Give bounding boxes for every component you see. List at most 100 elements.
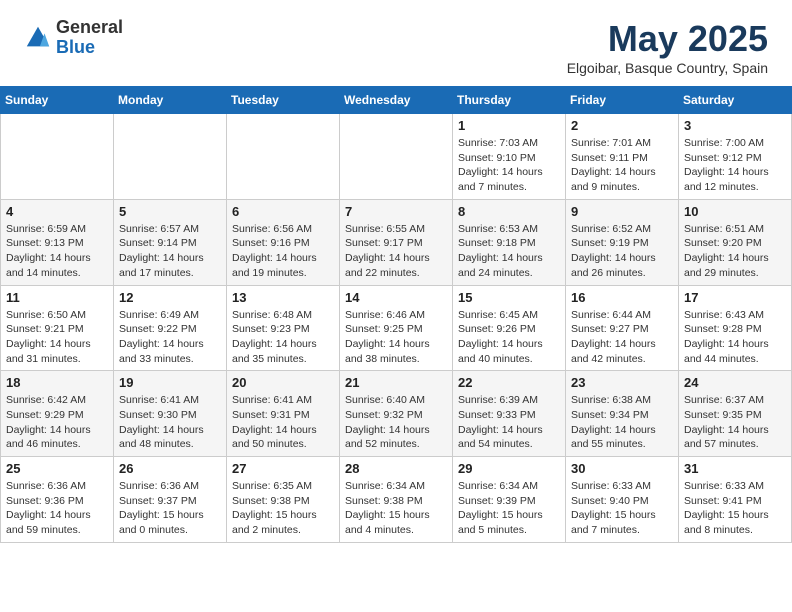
- day-number: 28: [345, 461, 447, 476]
- day-number: 3: [684, 118, 786, 133]
- day-info: Sunrise: 6:43 AM Sunset: 9:28 PM Dayligh…: [684, 308, 786, 367]
- day-number: 16: [571, 290, 673, 305]
- day-info: Sunrise: 6:53 AM Sunset: 9:18 PM Dayligh…: [458, 222, 560, 281]
- calendar-day-cell: 1Sunrise: 7:03 AM Sunset: 9:10 PM Daylig…: [453, 114, 566, 200]
- calendar-day-cell: 15 Sunrise: 6:45 AM Sunset: 9:26 PM Dayli…: [453, 285, 566, 371]
- calendar-day-cell: 29 Sunrise: 6:34 AM Sunset: 9:39 PM Dayli…: [453, 457, 566, 543]
- day-number: 23: [571, 375, 673, 390]
- empty-cell: [1, 114, 114, 200]
- day-info: Sunrise: 6:39 AM Sunset: 9:33 PM Dayligh…: [458, 393, 560, 452]
- calendar-day-cell: 26 Sunrise: 6:36 AM Sunset: 9:37 PM Dayli…: [114, 457, 227, 543]
- day-info: Sunrise: 6:44 AM Sunset: 9:27 PM Dayligh…: [571, 308, 673, 367]
- day-number: 5: [119, 204, 221, 219]
- calendar-day-cell: 11Sunrise: 6:50 AM Sunset: 9:21 PM Dayli…: [1, 285, 114, 371]
- day-info: Sunrise: 6:49 AM Sunset: 9:22 PM Dayligh…: [119, 308, 221, 367]
- day-number: 25: [6, 461, 108, 476]
- calendar-day-cell: 27Sunrise: 6:35 AM Sunset: 9:38 PM Dayli…: [227, 457, 340, 543]
- day-info: Sunrise: 6:40 AM Sunset: 9:32 PM Dayligh…: [345, 393, 447, 452]
- day-info: Sunrise: 6:41 AM Sunset: 9:31 PM Dayligh…: [232, 393, 334, 452]
- day-number: 8: [458, 204, 560, 219]
- main-title: May 2025: [567, 18, 768, 60]
- day-info: Sunrise: 6:41 AM Sunset: 9:30 PM Dayligh…: [119, 393, 221, 452]
- calendar-day-cell: 21 Sunrise: 6:40 AM Sunset: 9:32 PM Dayli…: [340, 371, 453, 457]
- day-number: 7: [345, 204, 447, 219]
- calendar-day-cell: 17 Sunrise: 6:43 AM Sunset: 9:28 PM Dayli…: [679, 285, 792, 371]
- calendar-day-cell: 5Sunrise: 6:57 AM Sunset: 9:14 PM Daylig…: [114, 199, 227, 285]
- day-info: Sunrise: 6:33 AM Sunset: 9:40 PM Dayligh…: [571, 479, 673, 538]
- calendar-day-cell: 9 Sunrise: 6:52 AM Sunset: 9:19 PM Daylig…: [566, 199, 679, 285]
- day-info: Sunrise: 6:36 AM Sunset: 9:36 PM Dayligh…: [6, 479, 108, 538]
- logo-blue-text: Blue: [56, 38, 123, 58]
- day-number: 26: [119, 461, 221, 476]
- day-info: Sunrise: 6:45 AM Sunset: 9:26 PM Dayligh…: [458, 308, 560, 367]
- calendar-day-cell: 13Sunrise: 6:48 AM Sunset: 9:23 PM Dayli…: [227, 285, 340, 371]
- calendar-day-cell: 10 Sunrise: 6:51 AM Sunset: 9:20 PM Dayli…: [679, 199, 792, 285]
- day-info: Sunrise: 6:36 AM Sunset: 9:37 PM Dayligh…: [119, 479, 221, 538]
- day-info: Sunrise: 7:00 AM Sunset: 9:12 PM Dayligh…: [684, 136, 786, 195]
- calendar-week-row: 11Sunrise: 6:50 AM Sunset: 9:21 PM Dayli…: [1, 285, 792, 371]
- day-number: 9: [571, 204, 673, 219]
- empty-cell: [114, 114, 227, 200]
- day-info: Sunrise: 6:48 AM Sunset: 9:23 PM Dayligh…: [232, 308, 334, 367]
- day-number: 2: [571, 118, 673, 133]
- calendar-week-row: 25 Sunrise: 6:36 AM Sunset: 9:36 PM Dayli…: [1, 457, 792, 543]
- calendar-day-cell: 4Sunrise: 6:59 AM Sunset: 9:13 PM Daylig…: [1, 199, 114, 285]
- day-number: 31: [684, 461, 786, 476]
- day-info: Sunrise: 6:34 AM Sunset: 9:39 PM Dayligh…: [458, 479, 560, 538]
- weekday-header-friday: Friday: [566, 87, 679, 114]
- logo-general-text: General: [56, 18, 123, 38]
- day-info: Sunrise: 6:46 AM Sunset: 9:25 PM Dayligh…: [345, 308, 447, 367]
- logo-text: General Blue: [56, 18, 123, 58]
- calendar-day-cell: 23 Sunrise: 6:38 AM Sunset: 9:34 PM Dayli…: [566, 371, 679, 457]
- day-number: 17: [684, 290, 786, 305]
- day-info: Sunrise: 6:50 AM Sunset: 9:21 PM Dayligh…: [6, 308, 108, 367]
- calendar-day-cell: 25 Sunrise: 6:36 AM Sunset: 9:36 PM Dayli…: [1, 457, 114, 543]
- day-number: 12: [119, 290, 221, 305]
- calendar-day-cell: 12 Sunrise: 6:49 AM Sunset: 9:22 PM Dayli…: [114, 285, 227, 371]
- weekday-header-saturday: Saturday: [679, 87, 792, 114]
- weekday-header-wednesday: Wednesday: [340, 87, 453, 114]
- calendar-day-cell: 2 Sunrise: 7:01 AM Sunset: 9:11 PM Daylig…: [566, 114, 679, 200]
- calendar-day-cell: 18 Sunrise: 6:42 AM Sunset: 9:29 PM Dayli…: [1, 371, 114, 457]
- logo: General Blue: [24, 18, 123, 58]
- calendar-day-cell: 8 Sunrise: 6:53 AM Sunset: 9:18 PM Daylig…: [453, 199, 566, 285]
- day-number: 30: [571, 461, 673, 476]
- calendar-day-cell: 24 Sunrise: 6:37 AM Sunset: 9:35 PM Dayli…: [679, 371, 792, 457]
- title-block: May 2025 Elgoibar, Basque Country, Spain: [567, 18, 768, 76]
- day-info: Sunrise: 7:01 AM Sunset: 9:11 PM Dayligh…: [571, 136, 673, 195]
- day-number: 21: [345, 375, 447, 390]
- calendar-day-cell: 22 Sunrise: 6:39 AM Sunset: 9:33 PM Dayli…: [453, 371, 566, 457]
- calendar-day-cell: 3 Sunrise: 7:00 AM Sunset: 9:12 PM Daylig…: [679, 114, 792, 200]
- day-number: 22: [458, 375, 560, 390]
- day-info: Sunrise: 6:52 AM Sunset: 9:19 PM Dayligh…: [571, 222, 673, 281]
- day-info: Sunrise: 6:55 AM Sunset: 9:17 PM Dayligh…: [345, 222, 447, 281]
- day-number: 6: [232, 204, 334, 219]
- empty-cell: [227, 114, 340, 200]
- day-info: Sunrise: 6:56 AM Sunset: 9:16 PM Dayligh…: [232, 222, 334, 281]
- day-number: 15: [458, 290, 560, 305]
- day-number: 19: [119, 375, 221, 390]
- day-info: Sunrise: 6:38 AM Sunset: 9:34 PM Dayligh…: [571, 393, 673, 452]
- day-info: Sunrise: 6:42 AM Sunset: 9:29 PM Dayligh…: [6, 393, 108, 452]
- day-number: 1: [458, 118, 560, 133]
- day-info: Sunrise: 6:51 AM Sunset: 9:20 PM Dayligh…: [684, 222, 786, 281]
- calendar-day-cell: 7 Sunrise: 6:55 AM Sunset: 9:17 PM Daylig…: [340, 199, 453, 285]
- day-info: Sunrise: 6:59 AM Sunset: 9:13 PM Dayligh…: [6, 222, 108, 281]
- calendar-day-cell: 6 Sunrise: 6:56 AM Sunset: 9:16 PM Daylig…: [227, 199, 340, 285]
- day-number: 10: [684, 204, 786, 219]
- day-info: Sunrise: 6:33 AM Sunset: 9:41 PM Dayligh…: [684, 479, 786, 538]
- weekday-header-thursday: Thursday: [453, 87, 566, 114]
- calendar-day-cell: 19 Sunrise: 6:41 AM Sunset: 9:30 PM Dayli…: [114, 371, 227, 457]
- day-info: Sunrise: 6:37 AM Sunset: 9:35 PM Dayligh…: [684, 393, 786, 452]
- weekday-header-tuesday: Tuesday: [227, 87, 340, 114]
- day-number: 29: [458, 461, 560, 476]
- calendar-week-row: 4Sunrise: 6:59 AM Sunset: 9:13 PM Daylig…: [1, 199, 792, 285]
- day-number: 18: [6, 375, 108, 390]
- page-header: General Blue May 2025 Elgoibar, Basque C…: [0, 0, 792, 86]
- calendar-day-cell: 30 Sunrise: 6:33 AM Sunset: 9:40 PM Dayli…: [566, 457, 679, 543]
- day-info: Sunrise: 6:35 AM Sunset: 9:38 PM Dayligh…: [232, 479, 334, 538]
- calendar-week-row: 1Sunrise: 7:03 AM Sunset: 9:10 PM Daylig…: [1, 114, 792, 200]
- day-number: 24: [684, 375, 786, 390]
- weekday-header-monday: Monday: [114, 87, 227, 114]
- calendar-day-cell: 31 Sunrise: 6:33 AM Sunset: 9:41 PM Dayli…: [679, 457, 792, 543]
